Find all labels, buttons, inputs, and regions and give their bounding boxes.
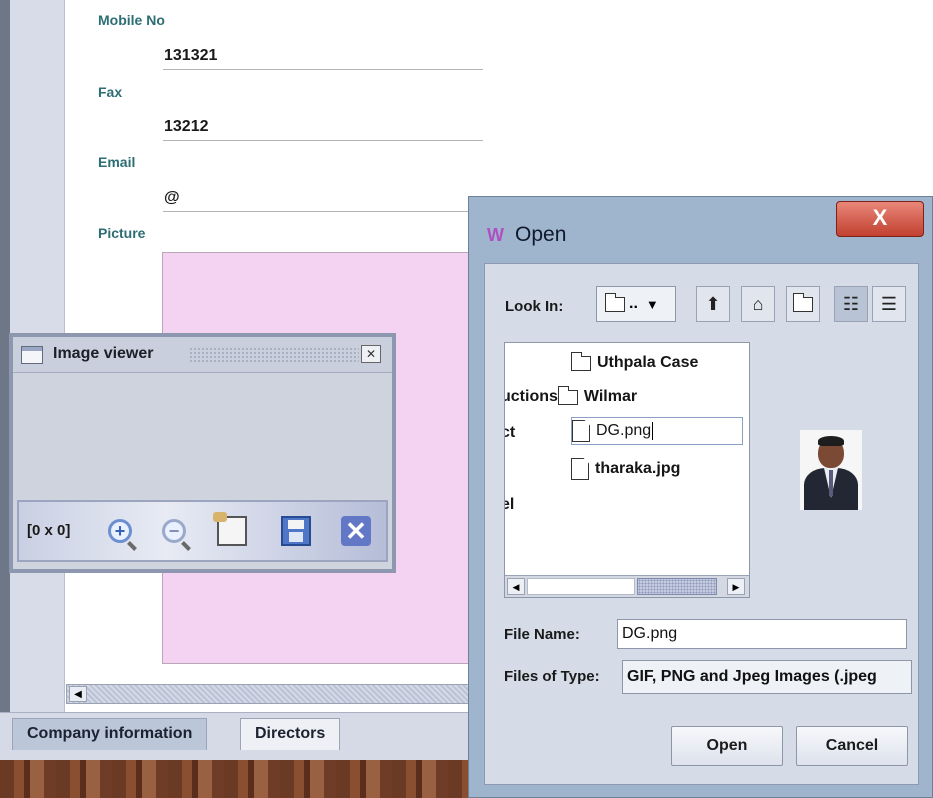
- image-viewer-canvas: [13, 374, 392, 498]
- image-viewer-window: Image viewer ✕ [0 x 0] + − ✕: [9, 333, 396, 573]
- files-of-type-select[interactable]: GIF, PNG and Jpeg Images (.jpeg: [622, 660, 912, 694]
- scroll-left-arrow-icon[interactable]: ◀: [69, 686, 87, 702]
- image-viewer-toolbar: [0 x 0] + − ✕: [17, 500, 388, 562]
- file-icon: [571, 458, 589, 480]
- form-horizontal-scrollbar[interactable]: ◀: [66, 684, 486, 704]
- folder-icon: [571, 351, 591, 371]
- dialog-close-button[interactable]: X: [836, 201, 924, 237]
- look-in-combo[interactable]: .. ▼: [596, 286, 676, 322]
- list-item-prefix: el: [505, 496, 515, 513]
- look-in-value: ..: [629, 295, 638, 312]
- file-list[interactable]: Uthpala Case uctions Wilmar ct DG.png th…: [504, 342, 750, 598]
- image-preview-thumbnail: [800, 430, 862, 510]
- text-caret: [652, 422, 654, 440]
- details-view-icon: ☰: [880, 293, 898, 314]
- edit-note-button[interactable]: [213, 512, 251, 550]
- email-label: Email: [98, 154, 136, 170]
- image-viewer-close-icon[interactable]: ✕: [361, 345, 381, 363]
- cancel-button[interactable]: Cancel: [796, 726, 908, 766]
- scroll-right-arrow-icon[interactable]: ▶: [727, 578, 745, 595]
- folder-icon: [605, 292, 625, 312]
- list-item[interactable]: uctions Wilmar: [505, 383, 637, 411]
- list-item-prefix: ct: [505, 424, 516, 441]
- remove-button[interactable]: ✕: [337, 512, 375, 550]
- list-item-selected[interactable]: DG.png: [571, 417, 743, 445]
- zoom-out-button[interactable]: −: [155, 512, 193, 550]
- list-view-button[interactable]: ☷: [834, 286, 868, 322]
- file-name-label: File Name:: [504, 626, 580, 643]
- dialog-title: Open: [515, 223, 567, 246]
- dialog-content: Look In: .. ▼ ⬆ ⌂ ☷ ☰ Uthpala Case uctio…: [484, 263, 919, 785]
- dropdown-arrow-icon: ▼: [645, 296, 659, 312]
- list-item[interactable]: Uthpala Case: [571, 349, 698, 377]
- file-icon: [572, 420, 590, 442]
- scroll-left-arrow-icon[interactable]: ◀: [507, 578, 525, 595]
- new-folder-icon: [793, 292, 813, 312]
- folder-icon: [557, 385, 578, 405]
- details-view-button[interactable]: ☰: [872, 286, 906, 322]
- dialog-titlebar[interactable]: W Open X: [469, 197, 932, 257]
- grid-view-icon: ☷: [842, 293, 860, 314]
- look-in-label: Look In:: [505, 298, 564, 315]
- scroll-thumb[interactable]: [637, 578, 717, 595]
- java-logo-icon: W: [487, 225, 504, 245]
- open-file-dialog: W Open X Look In: .. ▼ ⬆ ⌂ ☷ ☰ Uthpala C…: [468, 196, 933, 798]
- window-icon: [21, 346, 43, 364]
- home-button[interactable]: ⌂: [741, 286, 775, 322]
- mobile-label: Mobile No: [98, 12, 165, 28]
- up-folder-icon: ⬆: [705, 293, 721, 314]
- save-button[interactable]: [277, 512, 315, 550]
- titlebar-grip: [189, 347, 359, 363]
- image-viewer-title: Image viewer: [53, 345, 154, 362]
- tab-company-information[interactable]: Company information: [12, 718, 208, 750]
- file-name-input[interactable]: DG.png: [617, 619, 907, 649]
- close-x-icon: ✕: [341, 516, 371, 546]
- new-folder-button[interactable]: [786, 286, 820, 322]
- up-one-level-button[interactable]: ⬆: [696, 286, 730, 322]
- email-field[interactable]: @: [163, 188, 483, 212]
- file-list-scrollbar[interactable]: ◀ ▶: [505, 575, 749, 597]
- image-viewer-titlebar[interactable]: Image viewer ✕: [13, 337, 392, 373]
- wooden-background-strip: [0, 760, 480, 798]
- picture-label: Picture: [98, 225, 146, 241]
- zoom-in-icon: +: [108, 519, 132, 543]
- mobile-field[interactable]: 131321: [163, 46, 483, 70]
- zoom-in-button[interactable]: +: [101, 512, 139, 550]
- save-floppy-icon: [281, 516, 311, 546]
- fax-label: Fax: [98, 84, 123, 100]
- image-size-readout: [0 x 0]: [27, 522, 71, 539]
- fax-field[interactable]: 13212: [163, 117, 483, 141]
- scroll-track[interactable]: [527, 578, 635, 595]
- open-button[interactable]: Open: [671, 726, 783, 766]
- tab-directors[interactable]: Directors: [240, 718, 341, 750]
- zoom-out-icon: −: [162, 519, 186, 543]
- home-icon: ⌂: [752, 293, 764, 314]
- files-of-type-label: Files of Type:: [504, 668, 600, 685]
- list-item[interactable]: tharaka.jpg: [571, 455, 680, 483]
- notepad-icon: [213, 512, 247, 546]
